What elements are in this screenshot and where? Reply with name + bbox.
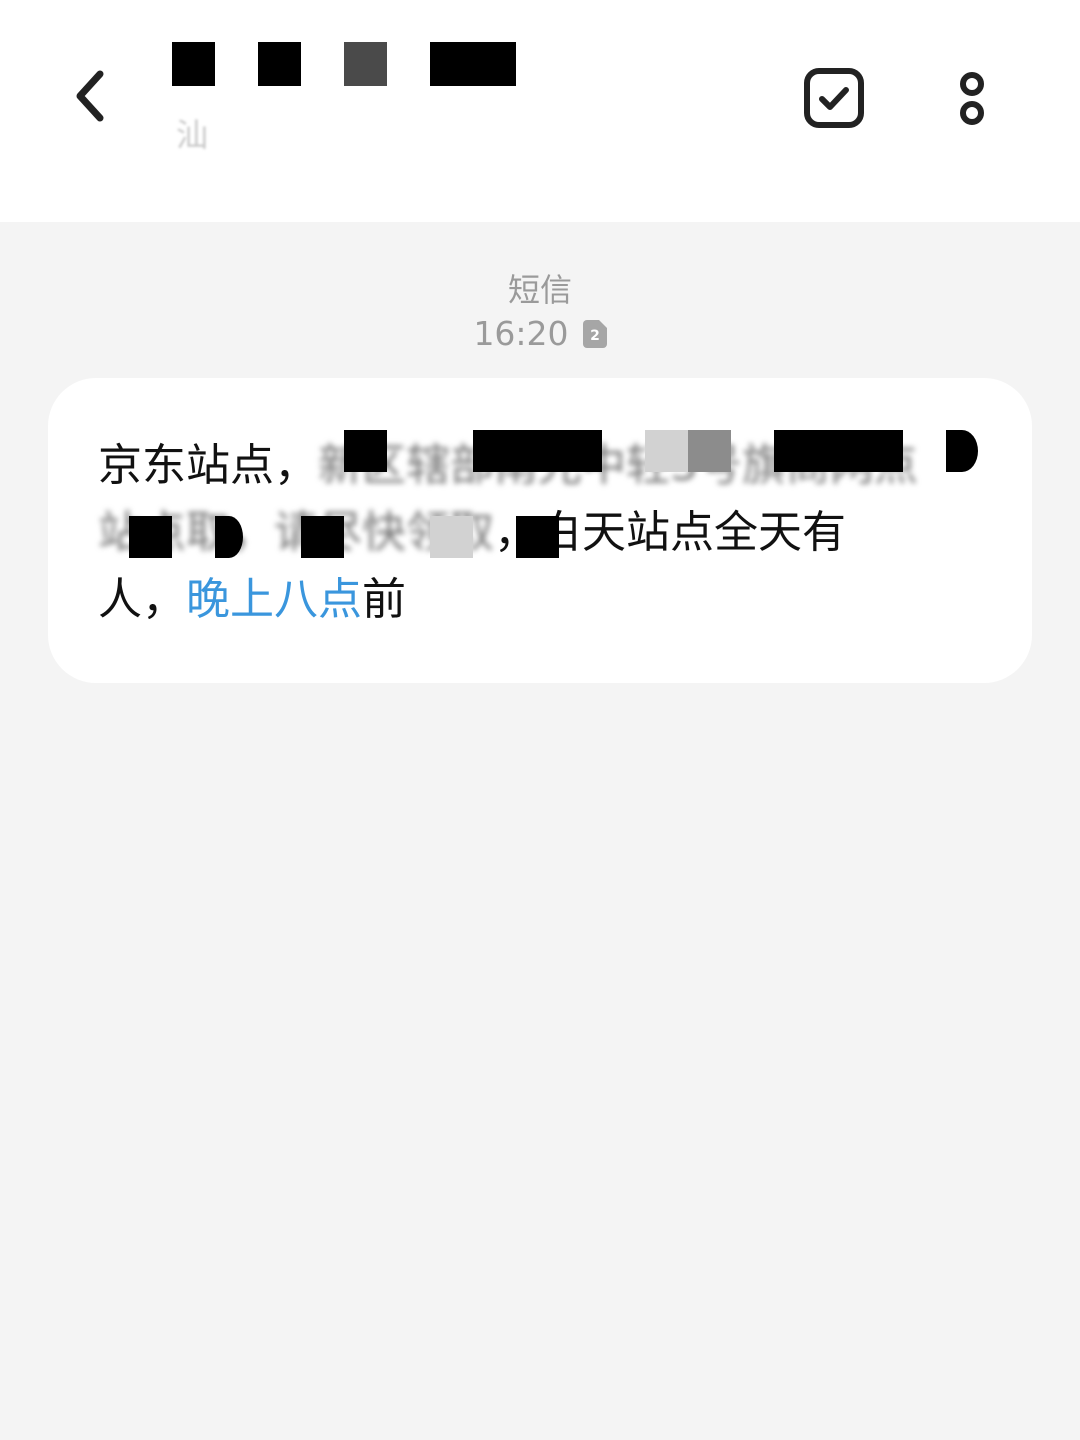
contact-subtitle: 汕 (176, 116, 209, 154)
chevron-left-icon (76, 70, 104, 122)
message-text: 前 (362, 574, 406, 625)
sim-badge-number: 2 (590, 328, 600, 344)
redaction-block (516, 516, 559, 558)
check-square-icon (804, 68, 864, 128)
message-line-3: 人，晚上八点前 (98, 570, 406, 630)
back-button[interactable] (58, 60, 122, 132)
redaction-block (946, 430, 978, 472)
redaction-block (344, 42, 387, 86)
message-text: 京东站点， (98, 440, 318, 491)
redaction-block (129, 516, 172, 558)
redaction-block (301, 516, 344, 558)
redaction-block (344, 430, 387, 472)
redaction-block (688, 430, 731, 472)
conversation-header: 汕 (0, 0, 1080, 222)
redaction-block (430, 516, 473, 558)
redaction-block (645, 430, 688, 472)
vertical-dots-icon (960, 72, 984, 125)
redaction-block (215, 516, 243, 558)
sim-card-icon: 2 (582, 320, 607, 348)
redaction-block (258, 42, 301, 86)
redaction-block (172, 42, 215, 86)
redaction-block (430, 42, 516, 86)
redaction-block (473, 430, 602, 472)
select-messages-button[interactable] (798, 62, 870, 134)
message-text: 人， (98, 574, 186, 625)
more-options-button[interactable] (936, 62, 1008, 134)
redaction-block (774, 430, 903, 472)
time-link[interactable]: 晚上八点 (186, 574, 362, 625)
message-timestamp-row: 16:20 2 (0, 314, 1080, 354)
message-channel-label: 短信 (507, 271, 572, 309)
message-time: 16:20 (473, 314, 569, 353)
